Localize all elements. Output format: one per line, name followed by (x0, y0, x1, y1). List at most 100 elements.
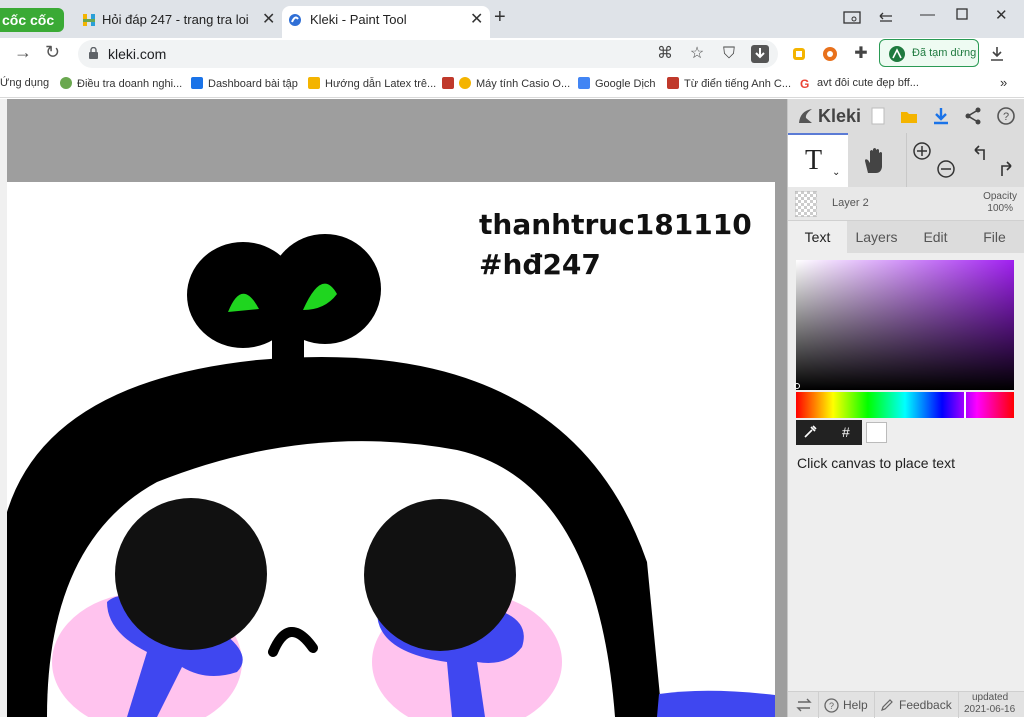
kleki-header: Kleki ? (788, 99, 1024, 133)
more-bookmarks-button[interactable]: » (1000, 75, 1007, 90)
kleki-panel: Kleki ? T ⌄ Layer 2 Opacity 100% Text La… (787, 99, 1024, 718)
extension-color-icon[interactable] (821, 45, 839, 63)
tab-hoidap[interactable]: Hỏi đáp 247 - trang tra loi ✕ (76, 6, 282, 38)
opacity-label: Opacity (983, 191, 1017, 202)
svg-text:?: ? (829, 701, 834, 711)
reload-icon[interactable]: ↻ (45, 42, 60, 63)
bookmark-apps[interactable]: Ứng dụng (0, 77, 49, 89)
bookmark-dictionary[interactable]: Từ điển tiếng Anh C... (667, 77, 791, 90)
panel-footer: ? Help Feedback updated 2021-06-16 (788, 691, 1024, 718)
bookmark-label: Google Dịch (595, 78, 656, 90)
current-color-swatch[interactable] (866, 422, 887, 443)
tab-title: Hỏi đáp 247 - trang tra loi (102, 12, 249, 27)
current-layer-row[interactable]: Layer 2 Opacity 100% (788, 187, 1024, 221)
bookmarks-bar: Ứng dụng Điều tra doanh nghi... Dashboar… (0, 72, 1024, 98)
blue-stroke (657, 690, 775, 717)
text-tool-icon: T (805, 145, 823, 176)
text-tool-hint: Click canvas to place text (797, 455, 955, 471)
tab-close-icon[interactable]: ✕ (470, 6, 483, 34)
profile-avatar-icon (889, 46, 905, 62)
footer-divider (958, 692, 959, 718)
bookmark-survey[interactable]: Điều tra doanh nghi... (60, 77, 182, 90)
bookmark-dashboard[interactable]: Dashboard bài tập (191, 77, 298, 90)
hue-slider[interactable] (796, 392, 1014, 418)
close-window-button[interactable]: ✕ (995, 6, 1008, 24)
download-page-icon[interactable] (751, 45, 769, 63)
color-picker-handle[interactable] (794, 383, 800, 389)
hoidap-favicon-icon (83, 14, 95, 26)
bookmark-latex[interactable]: Hướng dẫn Latex trê... (308, 77, 436, 90)
back-arrows-icon[interactable] (878, 12, 894, 24)
eyedropper-icon[interactable] (802, 424, 818, 440)
new-image-icon[interactable] (868, 106, 888, 126)
bookmark-avt[interactable]: Gavt đôi cute đẹp bff... (800, 77, 919, 90)
tab-edit[interactable]: Edit (906, 221, 965, 253)
extensions-puzzle-icon[interactable]: ✚ (852, 45, 870, 63)
help-link[interactable]: Help (843, 698, 868, 712)
footer-divider (874, 692, 875, 718)
drive-icon (191, 77, 203, 89)
screen-capture-icon[interactable] (843, 11, 861, 25)
feedback-pencil-icon[interactable] (880, 698, 894, 712)
maximize-button[interactable] (956, 8, 968, 20)
share-icon[interactable] (963, 106, 983, 126)
extension-honey-icon[interactable] (790, 45, 808, 63)
tab-strip: cốc cốc Hỏi đáp 247 - trang tra loi ✕ Kl… (0, 0, 1024, 38)
help-circle-icon[interactable]: ? (824, 698, 839, 713)
tool-divider (906, 133, 907, 187)
bookmark-casio[interactable]: Máy tính Casio O... (442, 77, 570, 90)
text-tool-button[interactable]: T ⌄ (788, 133, 848, 187)
bookmark-star-icon[interactable]: ☆ (688, 45, 706, 63)
bookmark-label: Điều tra doanh nghi... (77, 78, 183, 90)
downloads-icon[interactable] (988, 45, 1006, 63)
tab-kleki[interactable]: Kleki - Paint Tool ✕ (282, 6, 490, 38)
bookmark-favicon-icon (60, 77, 72, 89)
translate-icon[interactable]: ⌘ (656, 45, 674, 63)
address-bar[interactable]: kleki.com ⌘ ☆ ⛉ (78, 40, 778, 68)
kleki-logo-icon (799, 109, 812, 123)
bookmark-label: Dashboard bài tập (208, 78, 298, 90)
left-eye (115, 498, 267, 650)
footer-divider (818, 692, 819, 718)
bookmark-favicon-icon (308, 77, 320, 89)
canvas-text-hashtag: #hđ247 (479, 248, 601, 281)
canvas-text-username: thanhtruc181110 (479, 208, 752, 241)
shield-icon[interactable]: ⛉ (720, 45, 738, 63)
tab-layers[interactable]: Layers (847, 221, 906, 253)
bookmark-google-translate[interactable]: Google Dịch (578, 77, 656, 90)
forward-arrow-icon[interactable]: → (14, 42, 32, 63)
url-text: kleki.com (108, 46, 167, 62)
address-toolbar: → ↻ kleki.com ⌘ ☆ ⛉ ✚ Đã tạm dừng (0, 38, 1024, 70)
new-tab-button[interactable]: + (494, 6, 506, 29)
tab-title: Kleki - Paint Tool (310, 12, 407, 27)
kleki-brand: Kleki (818, 106, 862, 126)
kleki-favicon-icon (289, 14, 301, 26)
feedback-link[interactable]: Feedback (899, 698, 952, 712)
emoji-icon (459, 77, 471, 89)
open-folder-icon[interactable] (899, 106, 919, 126)
color-tools: # (796, 420, 862, 445)
tab-file[interactable]: File (965, 221, 1024, 253)
sync-paused-button[interactable]: Đã tạm dừng (879, 39, 979, 67)
save-download-icon[interactable] (931, 106, 951, 126)
left-edge (0, 99, 7, 717)
hue-slider-handle[interactable] (964, 392, 966, 418)
right-eye (364, 499, 516, 651)
coc-coc-logo[interactable]: cốc cốc (0, 8, 64, 32)
tab-text[interactable]: Text (788, 221, 847, 253)
sync-paused-label: Đã tạm dừng (912, 47, 977, 59)
swap-side-icon[interactable] (796, 698, 812, 712)
opacity-value: 100% (987, 203, 1013, 214)
cambridge-icon (667, 77, 679, 89)
chevron-down-icon[interactable]: ⌄ (832, 167, 840, 178)
tab-close-icon[interactable]: ✕ (262, 6, 275, 34)
drawing-canvas[interactable]: thanhtruc181110 #hđ247 (7, 182, 775, 717)
hex-input-button[interactable]: # (842, 424, 850, 440)
bookmark-label: Máy tính Casio O... (476, 78, 571, 90)
color-saturation-picker[interactable] (796, 260, 1014, 390)
bookmark-label: avt đôi cute đẹp bff... (817, 77, 919, 89)
bookmark-label: Hướng dẫn Latex trê... (325, 78, 437, 90)
help-icon[interactable]: ? (996, 106, 1016, 126)
minimize-button[interactable]: — (920, 6, 935, 23)
updated-date: 2021-06-16 (964, 704, 1016, 715)
